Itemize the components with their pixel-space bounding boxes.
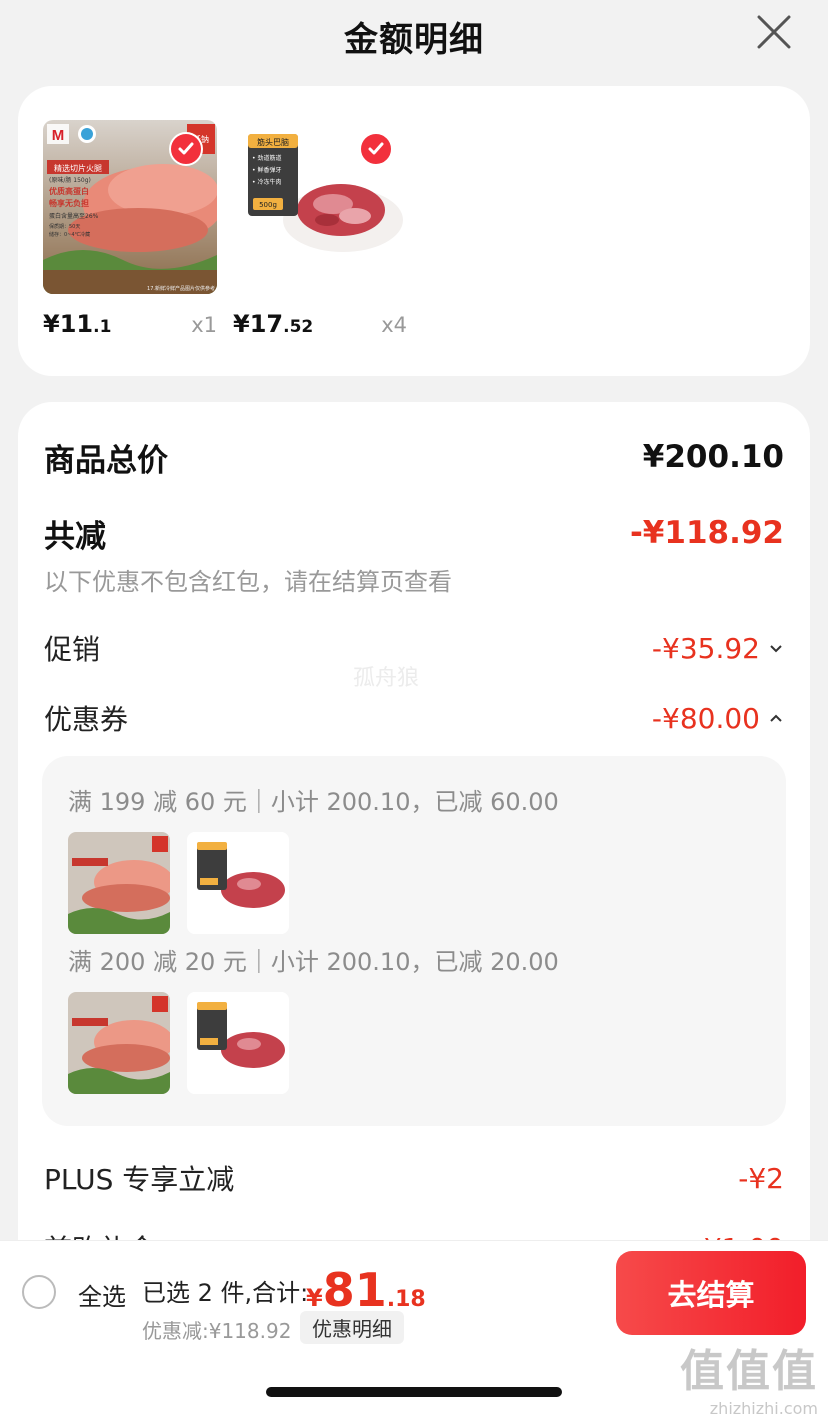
total-currency: ¥ <box>306 1284 323 1312</box>
total-price-value: ¥200.10 <box>642 439 784 475</box>
discount-summary: 优惠减:¥118.92 <box>142 1319 292 1343</box>
beef-f2: • 鲜香弹牙 <box>252 166 281 174</box>
coupon-product-thumb-beef <box>187 832 289 934</box>
home-indicator[interactable] <box>266 1387 562 1397</box>
product-price-row: ¥17.52 x4 <box>233 310 407 340</box>
ham-line7: 储存：0~4℃冷藏 <box>49 231 90 238</box>
ham-line2: (原味/肠 150g) <box>49 176 91 184</box>
ham-line3: 优质高蛋白 <box>49 186 89 196</box>
plus-discount-value: -¥2 <box>738 1161 784 1195</box>
site-watermark: 值值值 zhizhizhi.com <box>680 1335 818 1414</box>
product-quantity: x1 <box>191 313 217 337</box>
modal-header: 金额明细 <box>0 0 828 72</box>
coupon-product-thumb-ham <box>68 992 170 1094</box>
total-integer: 81 <box>322 1263 387 1317</box>
total-reduce-value: -¥118.92 <box>629 515 784 551</box>
coupon-label: 优惠券 <box>44 703 129 736</box>
plus-discount-label: PLUS 专享立减 <box>44 1163 235 1196</box>
plus-discount-row: PLUS 专享立减 -¥2 <box>44 1158 784 1198</box>
site-watermark-url: zhizhizhi.com <box>709 1399 818 1414</box>
selected-check-icon[interactable] <box>169 132 203 166</box>
ham-line5: 蛋白含量高至26% <box>49 212 99 220</box>
selected-products-card: M 精选切片火腿 (原味/肠 150g) 优质高蛋白 畅享无负担 蛋白含量高至2… <box>18 86 810 376</box>
selected-check-icon[interactable] <box>359 132 393 166</box>
select-all-radio[interactable] <box>22 1275 56 1309</box>
ham-footer: 17.新鲜冷鲜产品图片仅供参考 <box>147 285 215 292</box>
checkout-button[interactable]: 去结算 <box>616 1251 806 1335</box>
promo-value: -¥35.92 <box>651 631 760 665</box>
product-price-row: ¥11.1 x1 <box>43 310 217 340</box>
product-price: ¥11.1 <box>43 310 112 338</box>
coupon-product-thumb-beef <box>187 992 289 1094</box>
selected-count-label: 已选 2 件,合计: <box>142 1279 309 1307</box>
ham-line4: 畅享无负担 <box>49 198 89 208</box>
product-item[interactable]: 筋头巴脑 • 劲道筋道 • 鲜香弹牙 • 冷冻牛肉 500g ¥17.52 x4 <box>233 120 407 338</box>
total-reduce-label: 共减 <box>44 518 106 555</box>
discount-detail-button[interactable]: 优惠明细 <box>300 1311 404 1344</box>
checkout-bar: 全选 已选 2 件,合计: ¥ 81 .18 优惠减:¥118.92 优惠明细 … <box>0 1240 828 1414</box>
product-quantity: x4 <box>381 313 407 337</box>
site-watermark-big: 值值值 <box>680 1346 818 1397</box>
total-amount: ¥ 81 .18 <box>306 1263 426 1317</box>
ham-line6: 保质期：50天 <box>49 223 80 230</box>
total-reduce-row: 共减 -¥118.92 <box>44 512 784 555</box>
coupon-row[interactable]: 优惠券 -¥80.00 <box>44 698 784 738</box>
promo-value-wrap: -¥35.92 <box>652 632 784 665</box>
ham-brand-text: M <box>52 127 65 144</box>
select-all-label[interactable]: 全选 <box>78 1277 126 1312</box>
beef-name: 筋头巴脑 <box>257 137 289 147</box>
chevron-down-icon[interactable] <box>768 640 784 656</box>
ham-line1: 精选切片火腿 <box>54 163 102 173</box>
watermark-text: 孤舟狼 <box>353 666 420 691</box>
beef-f1: • 劲道筋道 <box>252 154 281 162</box>
modal-title: 金额明细 <box>344 19 484 60</box>
coupon-rule-line: 满 199 减 60 元｜小计 200.10，已减 60.00 <box>68 788 559 816</box>
product-image-ham: M 精选切片火腿 (原味/肠 150g) 优质高蛋白 畅享无负担 蛋白含量高至2… <box>43 120 217 294</box>
discount-note: 以下优惠不包含红包，请在结算页查看 <box>44 568 452 596</box>
beef-weight: 500g <box>259 201 277 209</box>
total-decimal: .18 <box>386 1287 426 1312</box>
chevron-up-icon[interactable] <box>768 710 784 726</box>
total-price-row: 商品总价 ¥200.10 <box>44 436 784 479</box>
promo-label: 促销 <box>44 633 101 666</box>
beef-f3: • 冷冻牛肉 <box>252 178 281 186</box>
total-price-label: 商品总价 <box>44 442 168 479</box>
product-item[interactable]: M 精选切片火腿 (原味/肠 150g) 优质高蛋白 畅享无负担 蛋白含量高至2… <box>43 120 217 338</box>
coupon-product-thumb-ham <box>68 832 170 934</box>
coupon-detail-box: 满 199 减 60 元｜小计 200.10，已减 60.00 满 200 减 <box>42 756 786 1126</box>
coupon-value-wrap: -¥80.00 <box>652 702 784 735</box>
product-price: ¥17.52 <box>233 310 314 338</box>
coupon-rule-line: 满 200 减 20 元｜小计 200.10，已减 20.00 <box>68 948 559 976</box>
product-image-beef: 筋头巴脑 • 劲道筋道 • 鲜香弹牙 • 冷冻牛肉 500g <box>233 120 407 294</box>
coupon-value: -¥80.00 <box>651 701 760 735</box>
close-icon[interactable] <box>756 14 792 50</box>
price-detail-card: 商品总价 ¥200.10 共减 -¥118.92 以下优惠不包含红包，请在结算页… <box>18 402 810 1302</box>
